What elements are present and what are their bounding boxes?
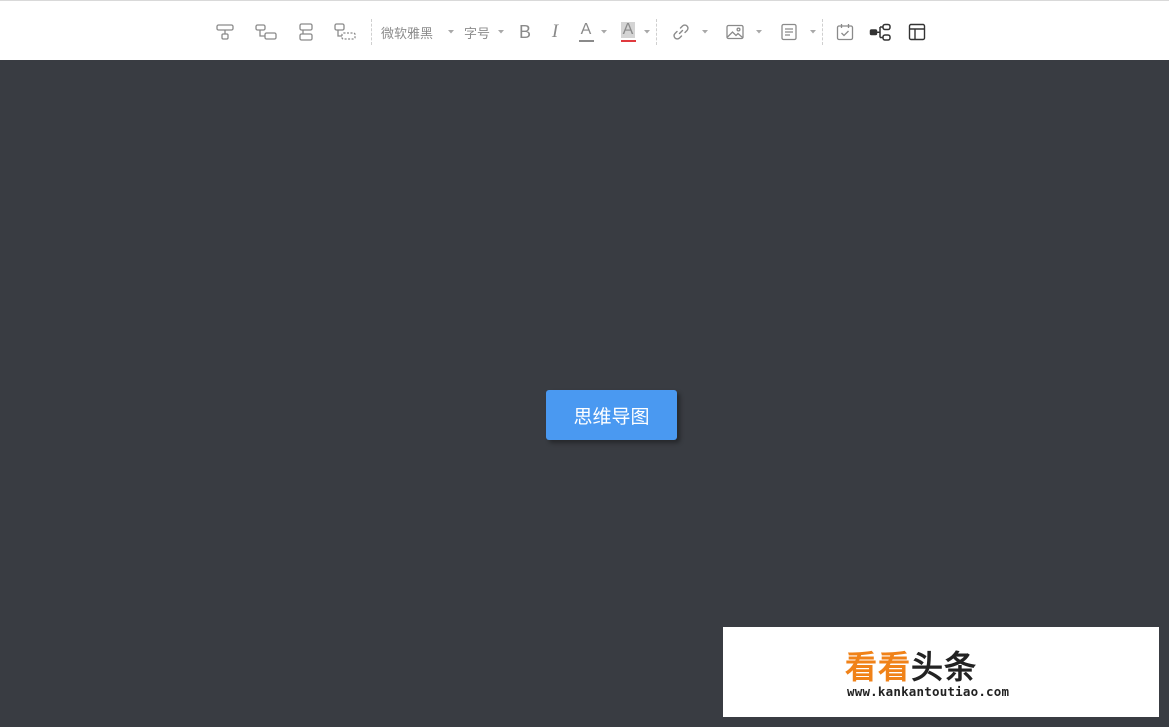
link-dropdown-icon[interactable] xyxy=(701,18,709,46)
italic-icon: I xyxy=(551,21,559,42)
watermark-title-dark: 头条 xyxy=(911,648,978,686)
toolbar-separator xyxy=(822,19,823,45)
task-button[interactable] xyxy=(833,18,857,46)
font-color-icon: A xyxy=(580,21,592,38)
font-color-dropdown-icon[interactable] xyxy=(600,18,608,46)
font-size-value: 字号 xyxy=(464,26,491,42)
node-free-icon xyxy=(332,21,358,43)
italic-button[interactable]: I xyxy=(544,18,566,46)
task-calendar-icon xyxy=(835,22,855,42)
watermark-url: www.kankantoutiao.com xyxy=(847,684,1010,699)
insert-parent-node-button[interactable] xyxy=(293,18,319,46)
image-icon xyxy=(725,22,745,42)
insert-child-node-button[interactable] xyxy=(252,18,280,46)
font-family-value: 微软雅黑 xyxy=(381,26,434,42)
node-after-icon xyxy=(214,21,236,43)
insert-sibling-node-button[interactable] xyxy=(212,18,238,46)
link-icon xyxy=(671,22,691,42)
font-color-button[interactable]: A xyxy=(575,18,597,46)
background-color-dropdown-icon[interactable] xyxy=(643,18,651,46)
layout-button[interactable] xyxy=(905,18,929,46)
font-size-select[interactable]: 字号 xyxy=(464,18,496,46)
background-color-icon: A xyxy=(620,21,636,38)
image-button[interactable] xyxy=(723,18,747,46)
background-color-swatch xyxy=(620,40,636,42)
mindmap-structure-icon xyxy=(869,22,893,42)
root-topic-label: 思维导图 xyxy=(573,405,650,428)
font-family-select[interactable]: 微软雅黑 xyxy=(381,18,441,46)
link-button[interactable] xyxy=(669,18,693,46)
insert-floating-node-button[interactable] xyxy=(331,18,359,46)
root-topic-node[interactable]: 思维导图 xyxy=(546,390,677,440)
toolbar-separator xyxy=(656,19,657,45)
bold-icon: B xyxy=(518,21,531,42)
watermark-logo: 看看头条 www.kankantoutiao.com xyxy=(723,627,1159,717)
layout-icon xyxy=(907,22,927,42)
toolbar: 微软雅黑 字号 B I A A xyxy=(0,0,1169,60)
note-icon xyxy=(779,22,799,42)
watermark-title-colored: 看看 xyxy=(845,648,912,686)
background-color-button[interactable]: A xyxy=(617,18,639,46)
watermark-title: 看看头条 xyxy=(845,649,977,685)
font-size-dropdown-icon[interactable] xyxy=(497,18,505,46)
note-button[interactable] xyxy=(777,18,801,46)
toolbar-separator xyxy=(371,19,372,45)
font-family-dropdown-icon[interactable] xyxy=(447,18,455,46)
bold-button[interactable]: B xyxy=(514,18,536,46)
node-parent-icon xyxy=(295,21,317,43)
note-dropdown-icon[interactable] xyxy=(809,18,817,46)
image-dropdown-icon[interactable] xyxy=(755,18,763,46)
node-child-icon xyxy=(254,21,278,43)
structure-button[interactable] xyxy=(868,18,894,46)
font-color-swatch xyxy=(578,40,594,42)
